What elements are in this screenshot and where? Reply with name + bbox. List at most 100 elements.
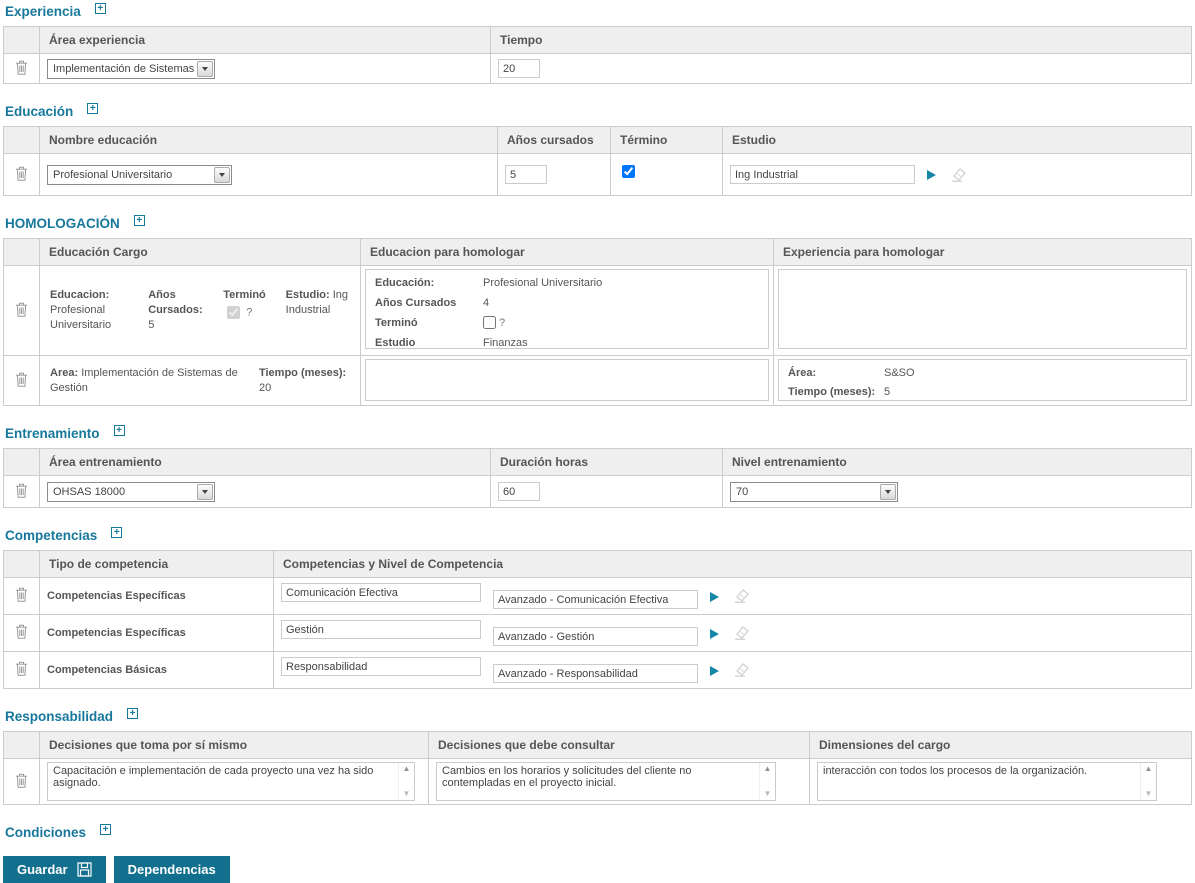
anos-cursados-label: Años Cursados: bbox=[148, 289, 202, 316]
save-icon bbox=[77, 862, 92, 877]
scroll-up-icon[interactable]: ▲ bbox=[764, 765, 772, 773]
scroll-up-icon[interactable]: ▲ bbox=[403, 765, 411, 773]
estudio-input[interactable] bbox=[730, 165, 915, 184]
scrollbar[interactable]: ▲▼ bbox=[398, 763, 414, 800]
scrollbar[interactable]: ▲▼ bbox=[759, 763, 775, 800]
scrollbar[interactable]: ▲▼ bbox=[1140, 763, 1156, 800]
column-header-area-entrenamiento: Área entrenamiento bbox=[40, 449, 491, 476]
nivel-competencia-input[interactable] bbox=[493, 590, 698, 609]
section-title-educacion: Educación bbox=[5, 104, 73, 119]
dropdown-arrow-icon[interactable] bbox=[197, 61, 213, 77]
table-row: Competencias Básicas bbox=[4, 652, 1192, 689]
experiencia-homologar-box bbox=[778, 269, 1187, 349]
column-header-decisiones-mismo: Decisiones que toma por sí mismo bbox=[40, 732, 429, 759]
question-mark: ? bbox=[246, 306, 252, 318]
table-row: Profesional Universitario bbox=[4, 154, 1192, 196]
delete-row-button[interactable] bbox=[15, 483, 28, 498]
expand-icon[interactable]: + bbox=[87, 103, 98, 114]
responsabilidad-table: Decisiones que toma por sí mismo Decisio… bbox=[3, 731, 1192, 805]
delete-row-button[interactable] bbox=[15, 60, 28, 75]
column-header-area-experiencia: Área experiencia bbox=[40, 27, 491, 54]
dropdown-arrow-icon[interactable] bbox=[197, 484, 213, 500]
eraser-icon[interactable] bbox=[731, 625, 751, 640]
expand-icon[interactable]: + bbox=[100, 824, 111, 835]
column-header-decisiones-consultar: Decisiones que debe consultar bbox=[429, 732, 810, 759]
trash-icon bbox=[15, 372, 28, 387]
table-row: Area: Implementación de Sistemas de Gest… bbox=[4, 356, 1192, 406]
estudio-value: Finanzas bbox=[483, 336, 759, 352]
play-icon[interactable] bbox=[710, 629, 719, 639]
trash-icon bbox=[15, 60, 28, 75]
area-experiencia-select[interactable]: Implementación de Sistemas de bbox=[47, 59, 215, 79]
delete-row-button[interactable] bbox=[15, 773, 28, 788]
column-header-anos-cursados: Años cursados bbox=[498, 127, 611, 154]
area-label: Área: bbox=[788, 366, 884, 382]
delete-row-button[interactable] bbox=[15, 661, 28, 676]
expand-icon[interactable]: + bbox=[95, 3, 106, 14]
area-value: S&SO bbox=[884, 366, 1177, 382]
delete-row-button[interactable] bbox=[15, 587, 28, 602]
scroll-down-icon[interactable]: ▼ bbox=[1145, 790, 1153, 798]
trash-icon bbox=[15, 483, 28, 498]
dimensiones-cargo-textarea[interactable]: interacción con todos los procesos de la… bbox=[818, 763, 1140, 800]
scroll-down-icon[interactable]: ▼ bbox=[764, 790, 772, 798]
section-homologacion: HOMOLOGACIÓN + Educación Cargo Educacion… bbox=[3, 216, 1192, 406]
delete-row-button[interactable] bbox=[15, 372, 28, 387]
eraser-icon[interactable] bbox=[948, 167, 968, 182]
educacion-homologar-box bbox=[365, 359, 769, 401]
column-header-educacion-homologar: Educacion para homologar bbox=[361, 239, 774, 266]
eraser-icon[interactable] bbox=[731, 662, 751, 677]
dropdown-arrow-icon[interactable] bbox=[214, 167, 230, 183]
termino-checkbox bbox=[227, 306, 240, 319]
decisiones-consultar-textarea[interactable]: Cambios en los horarios y solicitudes de… bbox=[437, 763, 759, 800]
delete-row-button[interactable] bbox=[15, 166, 28, 181]
dependencias-label: Dependencias bbox=[128, 862, 216, 877]
play-icon[interactable] bbox=[927, 170, 936, 180]
termino-label: Terminó bbox=[375, 316, 483, 332]
expand-icon[interactable]: + bbox=[111, 527, 122, 538]
table-row: Educacion: Profesional Universitario Año… bbox=[4, 266, 1192, 356]
section-responsabilidad: Responsabilidad + Decisiones que toma po… bbox=[3, 709, 1192, 805]
scroll-up-icon[interactable]: ▲ bbox=[1145, 765, 1153, 773]
competencia-input[interactable] bbox=[281, 657, 481, 676]
tiempo-input[interactable] bbox=[498, 59, 540, 78]
tipo-competencia-label: Competencias Específicas bbox=[47, 627, 186, 639]
delete-row-button[interactable] bbox=[15, 302, 28, 317]
play-icon[interactable] bbox=[710, 666, 719, 676]
educacion-value: Profesional Universitario bbox=[483, 276, 759, 292]
tipo-competencia-label: Competencias Básicas bbox=[47, 664, 167, 676]
section-educacion: Educación + Nombre educación Años cursad… bbox=[3, 104, 1192, 196]
trash-icon bbox=[15, 661, 28, 676]
termino-checkbox[interactable] bbox=[483, 316, 496, 329]
duracion-horas-input[interactable] bbox=[498, 482, 540, 501]
termino-checkbox[interactable] bbox=[622, 165, 635, 178]
dropdown-arrow-icon[interactable] bbox=[880, 484, 896, 500]
competencia-input[interactable] bbox=[281, 583, 481, 602]
nivel-competencia-input[interactable] bbox=[493, 627, 698, 646]
question-mark: ? bbox=[499, 317, 505, 329]
job-profile-form: Experiencia + Área experiencia Tiempo Im… bbox=[3, 4, 1192, 883]
expand-icon[interactable]: + bbox=[127, 708, 138, 719]
entrenamiento-table: Área entrenamiento Duración horas Nivel … bbox=[3, 448, 1192, 508]
experiencia-homologar-box: Área: S&SO Tiempo (meses): 5 bbox=[778, 359, 1187, 401]
area-entrenamiento-select[interactable]: OHSAS 18000 bbox=[47, 482, 215, 502]
anos-cursados-input[interactable] bbox=[505, 165, 547, 184]
expand-icon[interactable]: + bbox=[134, 215, 145, 226]
nombre-educacion-select[interactable]: Profesional Universitario bbox=[47, 165, 232, 185]
competencia-input[interactable] bbox=[281, 620, 481, 639]
eraser-icon[interactable] bbox=[731, 588, 751, 603]
delete-row-button[interactable] bbox=[15, 624, 28, 639]
column-header-competencias-nivel: Competencias y Nivel de Competencia bbox=[274, 551, 1192, 578]
guardar-button[interactable]: Guardar bbox=[3, 856, 106, 883]
scroll-down-icon[interactable]: ▼ bbox=[403, 790, 411, 798]
nivel-competencia-input[interactable] bbox=[493, 664, 698, 683]
column-header-tipo-competencia: Tipo de competencia bbox=[40, 551, 274, 578]
tiempo-label: Tiempo (meses): bbox=[788, 385, 884, 401]
nivel-entrenamiento-select[interactable]: 70 bbox=[730, 482, 898, 502]
section-competencias: Competencias + Tipo de competencia Compe… bbox=[3, 528, 1192, 689]
play-icon[interactable] bbox=[710, 592, 719, 602]
section-title-condiciones: Condiciones bbox=[5, 825, 86, 840]
expand-icon[interactable]: + bbox=[114, 425, 125, 436]
dependencias-button[interactable]: Dependencias bbox=[114, 856, 230, 883]
decisiones-mismo-textarea[interactable]: Capacitación e implementación de cada pr… bbox=[48, 763, 398, 800]
